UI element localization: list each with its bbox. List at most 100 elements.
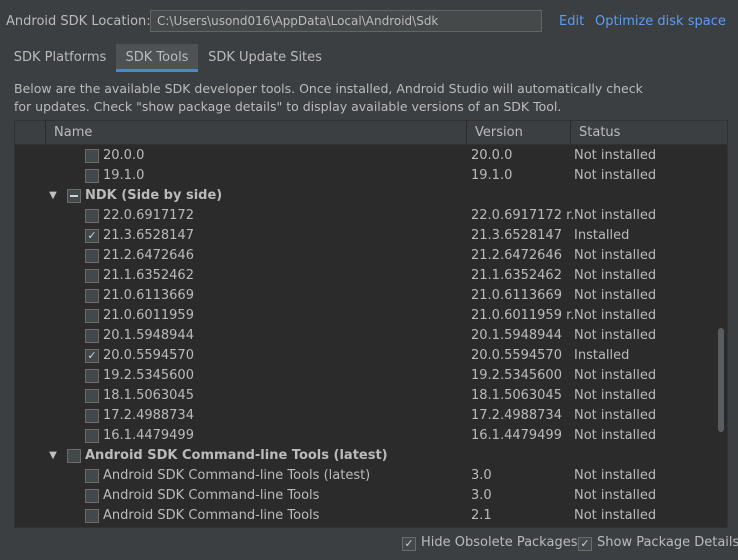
- vertical-scrollbar[interactable]: [715, 145, 727, 527]
- table-row[interactable]: 17.2.4988734 17.2.4988734 Not installed: [15, 406, 715, 426]
- triangle-down-icon[interactable]: ▼: [47, 186, 59, 206]
- table-row[interactable]: Android SDK Command-line Tools 2.1 Not ins…: [15, 506, 715, 526]
- sdk-location-field[interactable]: C:\Users\usond016\AppData\Local\Android\…: [150, 10, 542, 32]
- package-status: Not installed: [574, 488, 657, 503]
- table-row[interactable]: 20.0.0 20.0.0 Not installed: [15, 146, 715, 166]
- table-row[interactable]: 19.1.0 19.1.0 Not installed: [15, 166, 715, 186]
- package-checkbox[interactable]: [85, 369, 99, 383]
- checkmark-icon[interactable]: ✓: [578, 537, 592, 551]
- description-line-1: Below are the available SDK developer to…: [14, 81, 643, 96]
- package-status: Not installed: [574, 168, 657, 183]
- package-name: 21.1.6352462: [103, 268, 194, 283]
- package-checkbox[interactable]: [85, 469, 99, 483]
- package-name: 20.0.5594570: [103, 348, 194, 363]
- table-header: Name Version Status: [15, 121, 727, 145]
- package-version: 21.2.6472646: [471, 248, 562, 263]
- checkmark-icon[interactable]: ✓: [402, 537, 416, 551]
- group-checkbox[interactable]: [67, 449, 81, 463]
- package-name: 17.2.4988734: [103, 408, 194, 423]
- package-status: Installed: [574, 228, 630, 243]
- package-checkbox[interactable]: [85, 149, 99, 163]
- package-checkbox[interactable]: [85, 269, 99, 283]
- package-name: 16.1.4479499: [103, 428, 194, 443]
- package-name: Android SDK Command-line Tools: [103, 488, 320, 503]
- table-row[interactable]: 22.0.6917172 22.0.6917172 r... Not install…: [15, 206, 715, 226]
- table-row[interactable]: 18.1.5063045 18.1.5063045 Not installed: [15, 386, 715, 406]
- package-version: 20.0.0: [471, 148, 513, 163]
- package-name: Android SDK Command-line Tools (latest): [103, 468, 371, 483]
- header-name[interactable]: Name: [46, 121, 467, 144]
- tab-bar: SDK Platforms SDK Tools SDK Update Sites: [0, 44, 738, 72]
- package-version: 2.1: [471, 508, 492, 523]
- table-row[interactable]: 19.2.5345600 19.2.5345600 Not installed: [15, 366, 715, 386]
- package-status: Not installed: [574, 248, 657, 263]
- edit-link[interactable]: Edit: [559, 14, 584, 29]
- group-checkbox[interactable]: [67, 189, 81, 203]
- header-version[interactable]: Version: [467, 121, 571, 144]
- package-checkbox[interactable]: [85, 329, 99, 343]
- package-checkbox[interactable]: [85, 409, 99, 423]
- package-status: Not installed: [574, 368, 657, 383]
- group-name: Android SDK Command-line Tools (latest): [85, 448, 388, 463]
- package-name: 22.0.6917172: [103, 208, 194, 223]
- description-line-2: for updates. Check "show package details…: [14, 99, 562, 114]
- table-row[interactable]: 21.0.6113669 21.0.6113669 Not installed: [15, 286, 715, 306]
- package-name: 20.1.5948944: [103, 328, 194, 343]
- package-name: 21.2.6472646: [103, 248, 194, 263]
- tab-sdk-update-sites[interactable]: SDK Update Sites: [204, 44, 326, 72]
- optimize-disk-space-link[interactable]: Optimize disk space: [595, 14, 726, 29]
- package-version: 22.0.6917172 r...: [471, 208, 575, 223]
- table-group-row[interactable]: ▼ NDK (Side by side): [15, 186, 715, 206]
- package-status: Not installed: [574, 288, 657, 303]
- checkmark-icon[interactable]: ✓: [85, 349, 99, 363]
- package-status: Not installed: [574, 388, 657, 403]
- package-checkbox[interactable]: [85, 289, 99, 303]
- package-name: 21.3.6528147: [103, 228, 194, 243]
- package-status: Installed: [574, 348, 630, 363]
- package-checkbox[interactable]: [85, 209, 99, 223]
- sdk-tools-table: Name Version Status 20.0.0 20.0.0 Not inst…: [14, 120, 728, 528]
- table-row[interactable]: 21.2.6472646 21.2.6472646 Not installed: [15, 246, 715, 266]
- tab-sdk-platforms[interactable]: SDK Platforms: [10, 44, 110, 72]
- package-status: Not installed: [574, 208, 657, 223]
- table-row[interactable]: ✓ 21.3.6528147 21.3.6528147 Installed: [15, 226, 715, 246]
- scrollbar-thumb[interactable]: [718, 328, 724, 432]
- package-checkbox[interactable]: [85, 489, 99, 503]
- tools-description: Below are the available SDK developer to…: [14, 80, 714, 116]
- table-group-row[interactable]: ▼ Android SDK Command-line Tools (latest): [15, 446, 715, 466]
- table-row[interactable]: 20.1.5948944 20.1.5948944 Not installed: [15, 326, 715, 346]
- package-checkbox[interactable]: [85, 389, 99, 403]
- package-status: Not installed: [574, 508, 657, 523]
- table-row[interactable]: Android SDK Command-line Tools (latest) 3…: [15, 466, 715, 486]
- package-status: Not installed: [574, 308, 657, 323]
- package-checkbox[interactable]: [85, 249, 99, 263]
- package-version: 19.2.5345600: [471, 368, 562, 383]
- package-status: Not installed: [574, 428, 657, 443]
- tab-sdk-tools[interactable]: SDK Tools: [116, 44, 198, 72]
- header-status[interactable]: Status: [571, 121, 713, 144]
- package-version: 21.0.6113669: [471, 288, 562, 303]
- package-name: 19.1.0: [103, 168, 145, 183]
- table-row[interactable]: 21.0.6011959 21.0.6011959 r... Not install…: [15, 306, 715, 326]
- table-row[interactable]: 16.1.4479499 16.1.4479499 Not installed: [15, 426, 715, 446]
- table-row[interactable]: Android SDK Command-line Tools 3.0 Not ins…: [15, 486, 715, 506]
- package-version: 20.0.5594570: [471, 348, 562, 363]
- package-status: Not installed: [574, 148, 657, 163]
- package-checkbox[interactable]: [85, 309, 99, 323]
- table-row[interactable]: 21.1.6352462 21.1.6352462 Not installed: [15, 266, 715, 286]
- package-status: Not installed: [574, 328, 657, 343]
- triangle-down-icon[interactable]: ▼: [47, 446, 59, 466]
- package-version: 21.0.6011959 r...: [471, 308, 575, 323]
- package-status: Not installed: [574, 268, 657, 283]
- package-version: 21.3.6528147: [471, 228, 562, 243]
- package-checkbox[interactable]: [85, 429, 99, 443]
- package-version: 16.1.4479499: [471, 428, 562, 443]
- checkmark-icon[interactable]: ✓: [85, 229, 99, 243]
- package-name: 20.0.0: [103, 148, 145, 163]
- package-version: 17.2.4988734: [471, 408, 562, 423]
- header-expand-column: [15, 121, 46, 144]
- package-checkbox[interactable]: [85, 509, 99, 523]
- table-row[interactable]: ✓ 20.0.5594570 20.0.5594570 Installed: [15, 346, 715, 366]
- package-name: 21.0.6011959: [103, 308, 194, 323]
- package-checkbox[interactable]: [85, 169, 99, 183]
